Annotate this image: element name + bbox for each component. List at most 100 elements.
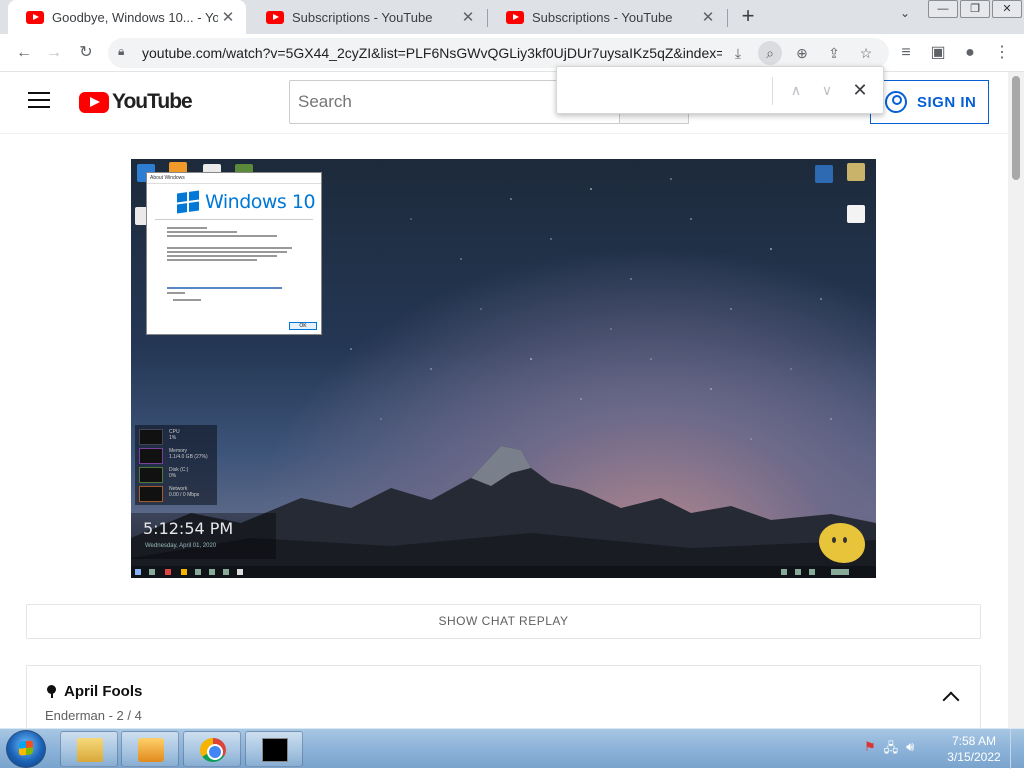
youtube-logo[interactable]: YouTube <box>79 90 193 114</box>
pushpin-icon <box>47 685 56 698</box>
chevron-up-icon[interactable] <box>941 689 961 705</box>
hamburger-menu-icon[interactable] <box>28 92 50 110</box>
find-input[interactable] <box>565 77 765 103</box>
close-tab-icon[interactable]: ✕ <box>698 8 718 26</box>
youtube-wordmark: YouTube <box>112 90 193 113</box>
text-line <box>167 227 207 229</box>
sign-in-button[interactable]: SIGN IN <box>870 80 989 124</box>
find-previous-icon[interactable]: ∧ <box>785 79 807 101</box>
restore-icon[interactable]: ❐ <box>960 0 990 18</box>
windows-taskbar: ⚑ 🖧︎ 🔊︎ 7:58 AM 3/15/2022 <box>0 728 1024 769</box>
desktop-icon-recycle-bin <box>815 165 833 183</box>
disk-graph <box>139 467 163 483</box>
tab-search-chevron-icon[interactable]: ⌄ <box>896 6 914 26</box>
license-link-line <box>167 287 282 289</box>
lock-icon[interactable]: 🔒︎ <box>118 44 124 59</box>
find-close-icon[interactable]: ✕ <box>849 79 871 101</box>
tab-title: Subscriptions - YouTube <box>532 9 673 25</box>
start-button[interactable] <box>6 730 46 768</box>
star-icon[interactable]: ☆ <box>854 41 878 65</box>
sign-in-label: SIGN IN <box>917 93 977 111</box>
youtube-play-icon <box>79 91 109 113</box>
new-tab-plus-icon[interactable]: + <box>737 4 759 28</box>
address-bar[interactable]: 🔒︎ youtube.com/watch?v=5GX44_2cyZI&list=… <box>108 38 889 68</box>
scrollbar-thumb[interactable] <box>1012 76 1020 180</box>
about-ok-button: OK <box>289 322 317 330</box>
network-graph <box>139 486 163 502</box>
youtube-favicon-icon <box>506 10 524 24</box>
forward-arrow-icon[interactable]: → <box>42 41 66 65</box>
text-line <box>167 231 237 233</box>
action-center-flag-icon[interactable]: ⚑ <box>864 739 876 761</box>
about-dialog-title: About Windows <box>147 173 321 184</box>
desktop-icon-uninstall-tool <box>847 163 865 181</box>
taskbar-cmd-button[interactable] <box>245 731 303 767</box>
youtube-favicon-icon <box>26 10 44 24</box>
kebab-menu-icon[interactable]: ⋮ <box>990 41 1014 65</box>
text-line <box>167 292 185 294</box>
playlist-title-text[interactable]: April Fools <box>64 683 142 700</box>
close-tab-icon[interactable]: ✕ <box>458 8 478 26</box>
account-icon <box>885 91 907 113</box>
cpu-graph <box>139 429 163 445</box>
video-windows-taskbar <box>131 566 876 578</box>
system-tray: ⚑ 🖧︎ 🔊︎ <box>864 739 914 761</box>
show-chat-replay-button[interactable]: SHOW CHAT REPLAY <box>26 604 981 639</box>
text-line <box>173 299 201 301</box>
folder-icon <box>77 738 103 762</box>
reload-icon[interactable]: ↻ <box>74 41 98 65</box>
tab-goodbye-windows[interactable]: Goodbye, Windows 10... - YouTube ✕ <box>8 0 246 34</box>
taskbar-date: 3/15/2022 <box>947 750 1001 764</box>
windows10-logo: Windows 10 <box>177 190 316 214</box>
window-controls: — ❐ ✕ <box>928 0 1024 18</box>
show-desktop-button[interactable] <box>1010 729 1024 769</box>
desktop-icon-file <box>847 205 865 223</box>
tab-subscriptions-1[interactable]: Subscriptions - YouTube ✕ <box>248 0 486 34</box>
command-prompt-icon <box>262 738 288 762</box>
memory-graph <box>139 448 163 464</box>
minimize-icon[interactable]: — <box>928 0 958 18</box>
close-window-icon[interactable]: ✕ <box>992 0 1022 18</box>
video-player[interactable]: About Windows Windows 10 OK CPU 1% Memory… <box>131 159 876 578</box>
taskbar-chrome-button[interactable] <box>183 731 241 767</box>
network-label: Network 0.00 / 0 Mbps <box>169 486 200 498</box>
volume-icon[interactable]: 🔊︎ <box>906 739 914 761</box>
cpu-label: CPU 1% <box>169 429 180 441</box>
find-bar: ∧ ∨ ✕ <box>556 66 884 114</box>
close-tab-icon[interactable]: ✕ <box>218 8 238 26</box>
tab-title: Goodbye, Windows 10... - YouTube <box>52 9 218 25</box>
media-player-icon <box>138 738 164 762</box>
profile-icon[interactable]: ● <box>958 41 982 65</box>
taskbar-media-player-button[interactable] <box>121 731 179 767</box>
playlist-subtitle: Enderman - 2 / 4 <box>45 708 142 723</box>
dialog-separator <box>155 219 313 220</box>
side-panel-icon[interactable]: ▣ <box>926 41 950 65</box>
desktop-clock-date: Wednesday, April 01, 2020 <box>145 543 217 549</box>
taskbar-clock[interactable]: 7:58 AM 3/15/2022 <box>944 733 1004 765</box>
tab-strip: Goodbye, Windows 10... - YouTube ✕ Subsc… <box>0 0 1024 34</box>
back-arrow-icon[interactable]: ← <box>12 41 36 65</box>
page-scrollbar[interactable] <box>1008 72 1024 728</box>
url-text[interactable]: youtube.com/watch?v=5GX44_2cyZI&list=PLF… <box>142 45 722 61</box>
text-line <box>167 259 257 261</box>
network-icon[interactable]: 🖧︎ <box>884 739 899 761</box>
desktop-clock-widget: 5:12:54 PM Wednesday, April 01, 2020 <box>131 513 276 559</box>
windows10-wordmark: Windows 10 <box>205 191 316 213</box>
system-monitor-widget: CPU 1% Memory 1.1/4.0 GB (27%) Disk (C:) 0%… <box>135 425 217 505</box>
install-icon[interactable]: ⤓ <box>726 41 750 65</box>
about-windows-dialog: About Windows Windows 10 OK <box>146 172 322 335</box>
disk-label: Disk (C:) 0% <box>169 467 189 479</box>
tab-subscriptions-2[interactable]: Subscriptions - YouTube ✕ <box>488 0 726 34</box>
zoom-icon[interactable]: ⊕ <box>790 41 814 65</box>
share-icon[interactable]: ⇪ <box>822 41 846 65</box>
taskbar-explorer-button[interactable] <box>60 731 118 767</box>
channel-watermark-blob <box>819 523 865 563</box>
media-control-icon[interactable]: ≡ <box>894 41 918 65</box>
text-line <box>167 247 292 249</box>
playlist-title[interactable]: April Fools <box>47 683 142 700</box>
find-next-icon[interactable]: ∨ <box>816 79 838 101</box>
windows-flag-icon <box>177 190 199 214</box>
taskbar-time: 7:58 AM <box>951 734 997 748</box>
tab-separator <box>727 9 728 27</box>
find-in-page-icon[interactable]: ⌕ <box>758 41 782 65</box>
